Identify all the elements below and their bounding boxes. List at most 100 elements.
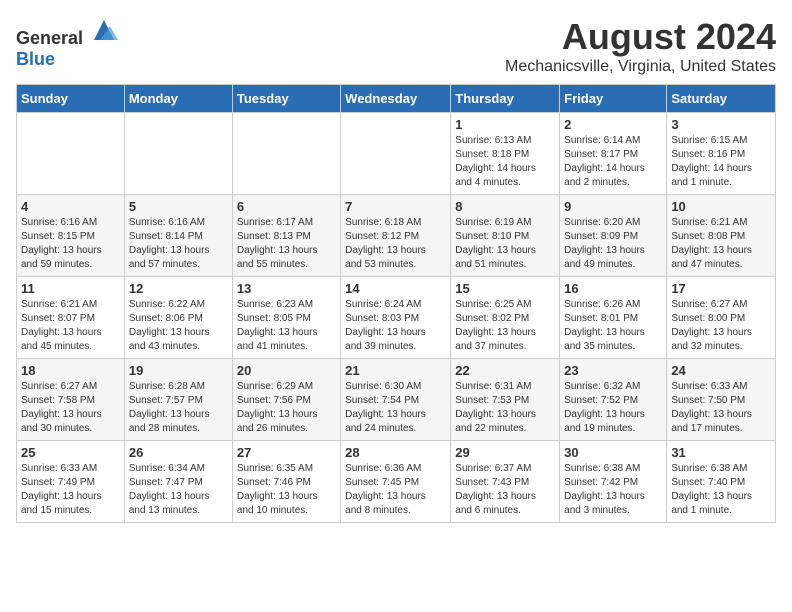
- day-info: Sunrise: 6:18 AM Sunset: 8:12 PM Dayligh…: [345, 216, 446, 272]
- calendar-week-row: 4Sunrise: 6:16 AM Sunset: 8:15 PM Daylig…: [17, 195, 776, 277]
- day-number: 7: [345, 199, 446, 214]
- day-of-week-header: Wednesday: [341, 85, 451, 113]
- calendar-cell: 25 Sunrise: 6:33 AM Sunset: 7:49 PM Dayli…: [17, 441, 125, 523]
- calendar-cell: 26Sunrise: 6:34 AM Sunset: 7:47 PM Dayli…: [124, 441, 232, 523]
- day-info: Sunrise: 6:38 AM Sunset: 7:42 PM Dayligh…: [564, 462, 662, 518]
- day-info: Sunrise: 6:30 AM Sunset: 7:54 PM Dayligh…: [345, 380, 446, 436]
- calendar-cell: [232, 113, 340, 195]
- day-number: 24: [671, 363, 771, 378]
- calendar-cell: 31Sunrise: 6:38 AM Sunset: 7:40 PM Dayli…: [667, 441, 776, 523]
- day-info: Sunrise: 6:21 AM Sunset: 8:07 PM Dayligh…: [21, 298, 120, 354]
- day-number: 14: [345, 281, 446, 296]
- day-of-week-header: Tuesday: [232, 85, 340, 113]
- logo-blue: Blue: [16, 49, 55, 69]
- day-info: Sunrise: 6:27 AM Sunset: 7:58 PM Dayligh…: [21, 380, 120, 436]
- calendar-cell: 2 Sunrise: 6:14 AM Sunset: 8:17 PM Daylig…: [560, 113, 667, 195]
- day-number: 12: [129, 281, 228, 296]
- day-info: Sunrise: 6:14 AM Sunset: 8:17 PM Dayligh…: [564, 134, 662, 190]
- day-number: 13: [237, 281, 336, 296]
- calendar-cell: [17, 113, 125, 195]
- day-info: Sunrise: 6:36 AM Sunset: 7:45 PM Dayligh…: [345, 462, 446, 518]
- day-number: 25: [21, 445, 120, 460]
- day-number: 4: [21, 199, 120, 214]
- calendar-cell: 16 Sunrise: 6:26 AM Sunset: 8:01 PM Dayli…: [560, 277, 667, 359]
- calendar-week-row: 25 Sunrise: 6:33 AM Sunset: 7:49 PM Dayli…: [17, 441, 776, 523]
- calendar-cell: 13Sunrise: 6:23 AM Sunset: 8:05 PM Dayli…: [232, 277, 340, 359]
- calendar-cell: 11 Sunrise: 6:21 AM Sunset: 8:07 PM Dayli…: [17, 277, 125, 359]
- logo: General Blue: [16, 16, 118, 70]
- calendar-cell: 17 Sunrise: 6:27 AM Sunset: 8:00 PM Dayli…: [667, 277, 776, 359]
- day-number: 8: [455, 199, 555, 214]
- day-number: 23: [564, 363, 662, 378]
- day-info: Sunrise: 6:28 AM Sunset: 7:57 PM Dayligh…: [129, 380, 228, 436]
- calendar-cell: 29 Sunrise: 6:37 AM Sunset: 7:43 PM Dayli…: [451, 441, 560, 523]
- day-info: Sunrise: 6:26 AM Sunset: 8:01 PM Dayligh…: [564, 298, 662, 354]
- day-info: Sunrise: 6:35 AM Sunset: 7:46 PM Dayligh…: [237, 462, 336, 518]
- day-info: Sunrise: 6:22 AM Sunset: 8:06 PM Dayligh…: [129, 298, 228, 354]
- day-number: 21: [345, 363, 446, 378]
- day-number: 19: [129, 363, 228, 378]
- header: General Blue August 2024 Mechanicsville,…: [16, 16, 776, 76]
- day-of-week-header: Friday: [560, 85, 667, 113]
- day-number: 31: [671, 445, 771, 460]
- day-of-week-header: Saturday: [667, 85, 776, 113]
- day-info: Sunrise: 6:24 AM Sunset: 8:03 PM Dayligh…: [345, 298, 446, 354]
- calendar-cell: 1 Sunrise: 6:13 AM Sunset: 8:18 PM Daylig…: [451, 113, 560, 195]
- day-info: Sunrise: 6:16 AM Sunset: 8:14 PM Dayligh…: [129, 216, 228, 272]
- title-section: August 2024 Mechanicsville, Virginia, Un…: [505, 16, 776, 76]
- subtitle: Mechanicsville, Virginia, United States: [505, 58, 776, 76]
- day-of-week-header: Thursday: [451, 85, 560, 113]
- day-number: 20: [237, 363, 336, 378]
- calendar-cell: 21 Sunrise: 6:30 AM Sunset: 7:54 PM Dayli…: [341, 359, 451, 441]
- calendar-week-row: 1 Sunrise: 6:13 AM Sunset: 8:18 PM Daylig…: [17, 113, 776, 195]
- calendar-cell: 20 Sunrise: 6:29 AM Sunset: 7:56 PM Dayli…: [232, 359, 340, 441]
- calendar-table: SundayMondayTuesdayWednesdayThursdayFrid…: [16, 84, 776, 523]
- day-number: 11: [21, 281, 120, 296]
- day-number: 16: [564, 281, 662, 296]
- calendar-cell: 6 Sunrise: 6:17 AM Sunset: 8:13 PM Daylig…: [232, 195, 340, 277]
- calendar-cell: 8Sunrise: 6:19 AM Sunset: 8:10 PM Daylig…: [451, 195, 560, 277]
- day-info: Sunrise: 6:32 AM Sunset: 7:52 PM Dayligh…: [564, 380, 662, 436]
- day-number: 5: [129, 199, 228, 214]
- day-info: Sunrise: 6:13 AM Sunset: 8:18 PM Dayligh…: [455, 134, 555, 190]
- day-info: Sunrise: 6:31 AM Sunset: 7:53 PM Dayligh…: [455, 380, 555, 436]
- calendar-cell: 28 Sunrise: 6:36 AM Sunset: 7:45 PM Dayli…: [341, 441, 451, 523]
- day-number: 29: [455, 445, 555, 460]
- day-number: 30: [564, 445, 662, 460]
- calendar-cell: 22 Sunrise: 6:31 AM Sunset: 7:53 PM Dayli…: [451, 359, 560, 441]
- day-info: Sunrise: 6:33 AM Sunset: 7:49 PM Dayligh…: [21, 462, 120, 518]
- header-row: SundayMondayTuesdayWednesdayThursdayFrid…: [17, 85, 776, 113]
- logo-icon: [90, 16, 118, 44]
- calendar-cell: 24Sunrise: 6:33 AM Sunset: 7:50 PM Dayli…: [667, 359, 776, 441]
- calendar-cell: 12 Sunrise: 6:22 AM Sunset: 8:06 PM Dayli…: [124, 277, 232, 359]
- day-number: 17: [671, 281, 771, 296]
- day-info: Sunrise: 6:25 AM Sunset: 8:02 PM Dayligh…: [455, 298, 555, 354]
- day-info: Sunrise: 6:20 AM Sunset: 8:09 PM Dayligh…: [564, 216, 662, 272]
- day-number: 18: [21, 363, 120, 378]
- calendar-week-row: 18 Sunrise: 6:27 AM Sunset: 7:58 PM Dayli…: [17, 359, 776, 441]
- day-number: 22: [455, 363, 555, 378]
- day-info: Sunrise: 6:15 AM Sunset: 8:16 PM Dayligh…: [671, 134, 771, 190]
- day-number: 6: [237, 199, 336, 214]
- day-number: 2: [564, 117, 662, 132]
- calendar-cell: 9 Sunrise: 6:20 AM Sunset: 8:09 PM Daylig…: [560, 195, 667, 277]
- calendar-cell: 4Sunrise: 6:16 AM Sunset: 8:15 PM Daylig…: [17, 195, 125, 277]
- day-number: 15: [455, 281, 555, 296]
- calendar-cell: 30 Sunrise: 6:38 AM Sunset: 7:42 PM Dayli…: [560, 441, 667, 523]
- calendar-cell: 7 Sunrise: 6:18 AM Sunset: 8:12 PM Daylig…: [341, 195, 451, 277]
- day-number: 1: [455, 117, 555, 132]
- day-number: 9: [564, 199, 662, 214]
- day-info: Sunrise: 6:17 AM Sunset: 8:13 PM Dayligh…: [237, 216, 336, 272]
- day-number: 27: [237, 445, 336, 460]
- calendar-cell: 18 Sunrise: 6:27 AM Sunset: 7:58 PM Dayli…: [17, 359, 125, 441]
- day-info: Sunrise: 6:29 AM Sunset: 7:56 PM Dayligh…: [237, 380, 336, 436]
- day-of-week-header: Sunday: [17, 85, 125, 113]
- day-number: 3: [671, 117, 771, 132]
- day-info: Sunrise: 6:21 AM Sunset: 8:08 PM Dayligh…: [671, 216, 771, 272]
- day-info: Sunrise: 6:27 AM Sunset: 8:00 PM Dayligh…: [671, 298, 771, 354]
- day-info: Sunrise: 6:37 AM Sunset: 7:43 PM Dayligh…: [455, 462, 555, 518]
- day-number: 28: [345, 445, 446, 460]
- calendar-cell: 23 Sunrise: 6:32 AM Sunset: 7:52 PM Dayli…: [560, 359, 667, 441]
- calendar-cell: 27 Sunrise: 6:35 AM Sunset: 7:46 PM Dayli…: [232, 441, 340, 523]
- calendar-cell: 10Sunrise: 6:21 AM Sunset: 8:08 PM Dayli…: [667, 195, 776, 277]
